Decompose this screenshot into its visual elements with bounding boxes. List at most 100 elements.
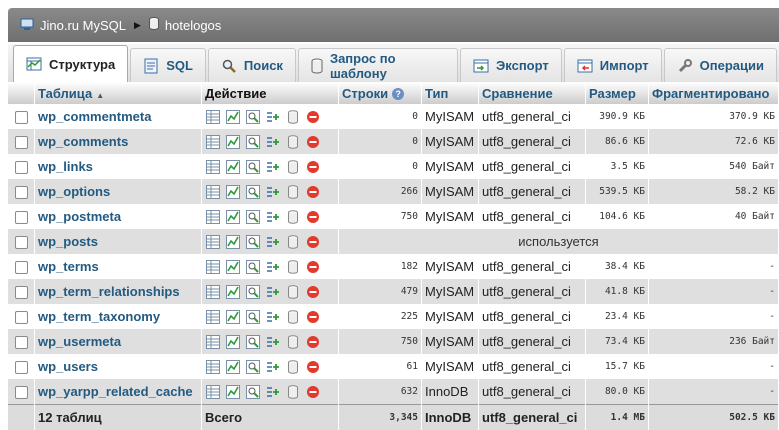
- insert-icon[interactable]: [265, 359, 281, 375]
- table-name-link[interactable]: wp_commentmeta: [38, 109, 151, 124]
- column-header-collation[interactable]: Сравнение: [478, 82, 586, 104]
- search-icon[interactable]: [245, 284, 261, 300]
- search-icon[interactable]: [245, 184, 261, 200]
- empty-icon[interactable]: [285, 134, 301, 150]
- search-icon[interactable]: [245, 109, 261, 125]
- column-header-type[interactable]: Тип: [421, 82, 479, 104]
- tab-sql[interactable]: SQL: [130, 48, 206, 82]
- drop-icon[interactable]: [305, 334, 321, 350]
- drop-icon[interactable]: [305, 384, 321, 400]
- empty-icon[interactable]: [285, 359, 301, 375]
- structure-icon[interactable]: [225, 384, 241, 400]
- empty-icon[interactable]: [285, 209, 301, 225]
- browse-icon[interactable]: [205, 134, 221, 150]
- empty-icon[interactable]: [285, 309, 301, 325]
- row-checkbox[interactable]: [15, 336, 28, 350]
- tab-export[interactable]: Экспорт: [460, 48, 562, 82]
- browse-icon[interactable]: [205, 284, 221, 300]
- search-icon[interactable]: [245, 359, 261, 375]
- structure-icon[interactable]: [225, 284, 241, 300]
- structure-icon[interactable]: [225, 109, 241, 125]
- row-checkbox[interactable]: [15, 186, 28, 200]
- structure-icon[interactable]: [225, 309, 241, 325]
- insert-icon[interactable]: [265, 234, 281, 250]
- empty-icon[interactable]: [285, 259, 301, 275]
- column-header-collation-label[interactable]: Сравнение: [482, 86, 553, 101]
- insert-icon[interactable]: [265, 384, 281, 400]
- table-name-link[interactable]: wp_yarpp_related_cache: [38, 384, 193, 399]
- empty-icon[interactable]: [285, 159, 301, 175]
- structure-icon[interactable]: [225, 184, 241, 200]
- insert-icon[interactable]: [265, 334, 281, 350]
- row-checkbox[interactable]: [15, 211, 28, 225]
- browse-icon[interactable]: [205, 209, 221, 225]
- table-name-link[interactable]: wp_users: [38, 359, 98, 374]
- drop-icon[interactable]: [305, 284, 321, 300]
- structure-icon[interactable]: [225, 334, 241, 350]
- table-name-link[interactable]: wp_term_relationships: [38, 284, 180, 299]
- browse-icon[interactable]: [205, 359, 221, 375]
- structure-icon[interactable]: [225, 134, 241, 150]
- insert-icon[interactable]: [265, 109, 281, 125]
- structure-icon[interactable]: [225, 259, 241, 275]
- table-name-link[interactable]: wp_options: [38, 184, 110, 199]
- search-icon[interactable]: [245, 134, 261, 150]
- breadcrumb-database-label[interactable]: hotelogos: [165, 18, 221, 33]
- drop-icon[interactable]: [305, 309, 321, 325]
- drop-icon[interactable]: [305, 234, 321, 250]
- insert-icon[interactable]: [265, 159, 281, 175]
- tab-query[interactable]: Запрос по шаблону: [297, 48, 459, 82]
- browse-icon[interactable]: [205, 184, 221, 200]
- column-header-rows[interactable]: Строки?: [338, 82, 422, 104]
- column-header-overhead[interactable]: Фрагментировано: [648, 82, 779, 104]
- browse-icon[interactable]: [205, 384, 221, 400]
- search-icon[interactable]: [245, 334, 261, 350]
- insert-icon[interactable]: [265, 309, 281, 325]
- browse-icon[interactable]: [205, 309, 221, 325]
- table-name-link[interactable]: wp_postmeta: [38, 209, 121, 224]
- empty-icon[interactable]: [285, 334, 301, 350]
- row-checkbox[interactable]: [15, 311, 28, 325]
- breadcrumb-server-label[interactable]: Jino.ru MySQL: [40, 18, 126, 33]
- table-name-link[interactable]: wp_links: [38, 159, 93, 174]
- search-icon[interactable]: [245, 209, 261, 225]
- structure-icon[interactable]: [225, 359, 241, 375]
- row-checkbox[interactable]: [15, 236, 28, 250]
- column-header-table[interactable]: Таблица ▲: [34, 82, 202, 104]
- drop-icon[interactable]: [305, 159, 321, 175]
- row-checkbox[interactable]: [15, 386, 28, 400]
- table-name-link[interactable]: wp_posts: [38, 234, 98, 249]
- column-header-table-label[interactable]: Таблица: [38, 86, 92, 101]
- browse-icon[interactable]: [205, 334, 221, 350]
- search-icon[interactable]: [245, 259, 261, 275]
- insert-icon[interactable]: [265, 209, 281, 225]
- insert-icon[interactable]: [265, 284, 281, 300]
- row-checkbox[interactable]: [15, 161, 28, 175]
- empty-icon[interactable]: [285, 384, 301, 400]
- drop-icon[interactable]: [305, 109, 321, 125]
- help-icon[interactable]: ?: [392, 88, 405, 101]
- column-header-overhead-label[interactable]: Фрагментировано: [652, 86, 769, 101]
- tab-structure[interactable]: Структура: [13, 45, 129, 82]
- breadcrumb-server[interactable]: Jino.ru MySQL: [8, 17, 126, 34]
- table-name-link[interactable]: wp_comments: [38, 134, 128, 149]
- row-checkbox[interactable]: [15, 361, 28, 375]
- structure-icon[interactable]: [225, 209, 241, 225]
- drop-icon[interactable]: [305, 184, 321, 200]
- search-icon[interactable]: [245, 234, 261, 250]
- browse-icon[interactable]: [205, 259, 221, 275]
- structure-icon[interactable]: [225, 234, 241, 250]
- breadcrumb-database[interactable]: hotelogos: [147, 17, 221, 33]
- column-header-rows-label[interactable]: Строки: [342, 86, 388, 101]
- browse-icon[interactable]: [205, 109, 221, 125]
- row-checkbox[interactable]: [15, 136, 28, 150]
- search-icon[interactable]: [245, 384, 261, 400]
- row-checkbox[interactable]: [15, 261, 28, 275]
- search-icon[interactable]: [245, 159, 261, 175]
- drop-icon[interactable]: [305, 259, 321, 275]
- column-header-size-label[interactable]: Размер: [589, 86, 636, 101]
- insert-icon[interactable]: [265, 184, 281, 200]
- browse-icon[interactable]: [205, 234, 221, 250]
- empty-icon[interactable]: [285, 284, 301, 300]
- empty-icon[interactable]: [285, 109, 301, 125]
